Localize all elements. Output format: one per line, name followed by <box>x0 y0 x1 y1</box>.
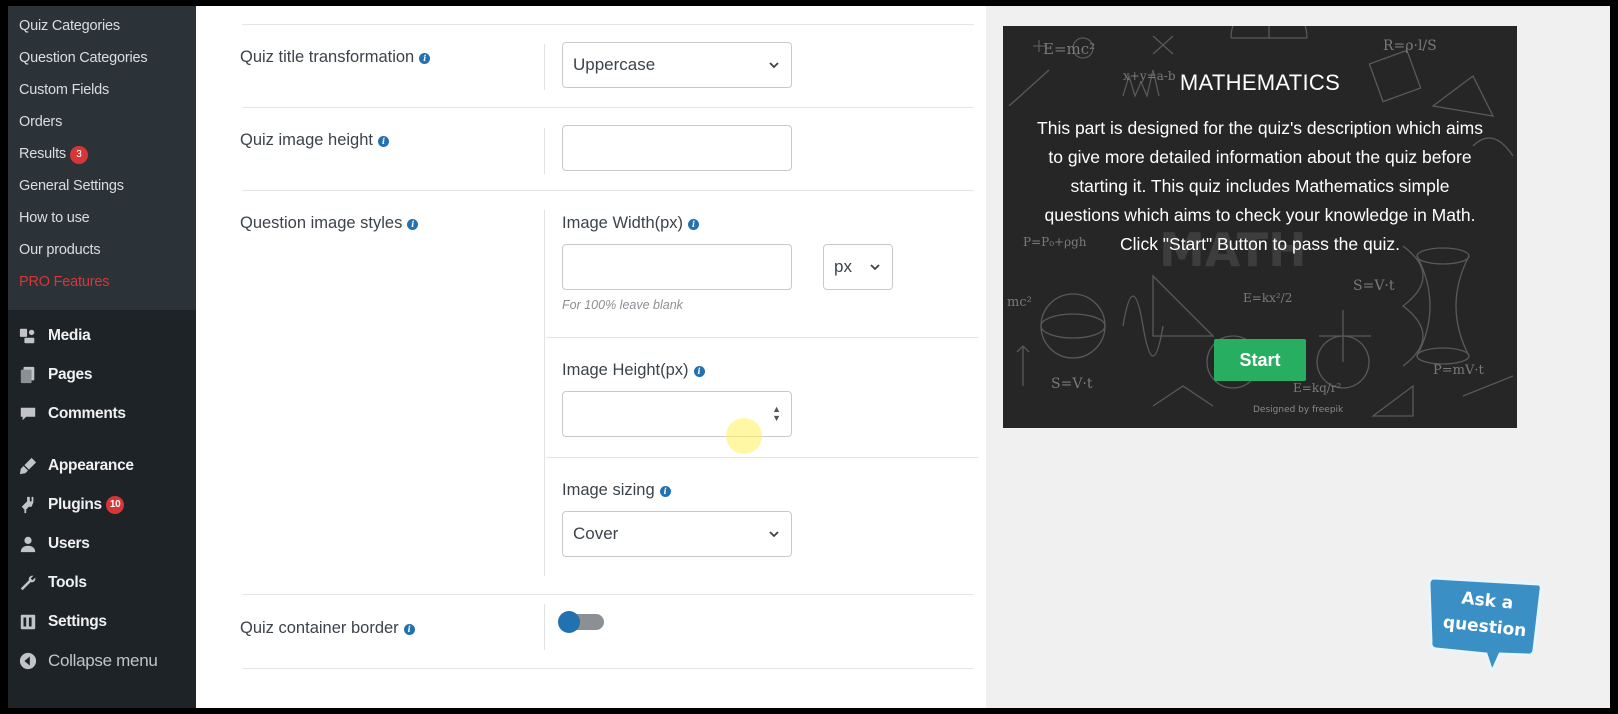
collapse-menu-button[interactable]: Collapse menu <box>8 641 196 680</box>
chevron-down-icon <box>769 531 779 538</box>
title-transform-label: Quiz title transformation i <box>240 48 431 67</box>
column-divider <box>544 44 545 90</box>
app-frame: Quiz Categories Question Categories Cust… <box>8 6 1610 708</box>
results-count-badge: 3 <box>69 146 88 164</box>
info-icon[interactable]: i <box>378 136 389 147</box>
title-transform-select[interactable]: Uppercase <box>562 42 792 88</box>
column-divider <box>544 604 545 650</box>
info-icon[interactable]: i <box>407 219 419 230</box>
quiz-description: This part is designed for the quiz's des… <box>1037 118 1483 254</box>
question-image-styles-label: Question image styles i <box>240 214 419 233</box>
chevron-down-icon <box>870 264 880 271</box>
image-width-label: Image Width(px) i <box>562 214 700 233</box>
svg-text:mc²: mc² <box>1007 295 1032 310</box>
divider <box>546 337 978 338</box>
submenu-how-to-use[interactable]: How to use <box>8 206 196 238</box>
svg-text:S=V·t: S=V·t <box>1051 376 1093 392</box>
quiz-preview: E=mc² R=ρ·l/S x+y=a-b P=P₀+ρgh mc² E=kx²… <box>1003 26 1517 428</box>
submenu-results[interactable]: Results 3 <box>8 142 196 174</box>
quiz-image-height-input[interactable] <box>562 125 792 171</box>
image-width-hint: For 100% leave blank <box>562 298 683 312</box>
submenu-question-categories[interactable]: Question Categories <box>8 46 196 78</box>
plugins-icon <box>18 495 38 515</box>
svg-text:E=mc²: E=mc² <box>1043 40 1095 58</box>
number-spinner[interactable]: ▲ ▼ <box>772 405 781 423</box>
container-border-toggle[interactable] <box>558 611 604 633</box>
cursor-highlight <box>726 418 762 454</box>
svg-text:E=kq/r²: E=kq/r² <box>1293 381 1342 395</box>
settings-panel: Quiz title transformation i Uppercase Qui… <box>196 6 986 708</box>
info-icon[interactable]: i <box>693 366 705 377</box>
menu-users[interactable]: Users <box>8 524 196 563</box>
svg-text:S=V·t: S=V·t <box>1353 278 1395 294</box>
image-height-px-label: Image Height(px) i <box>562 361 705 380</box>
container-border-label: Quiz container border i <box>240 619 415 638</box>
menu-comments[interactable]: Comments <box>8 394 196 433</box>
info-icon[interactable]: i <box>659 486 671 497</box>
menu-settings-label: Settings <box>48 612 107 630</box>
quiz-title: MATHEMATICS <box>1179 70 1341 95</box>
menu-pages[interactable]: Pages <box>8 355 196 394</box>
submenu-general-settings[interactable]: General Settings <box>8 174 196 206</box>
image-sizing-select[interactable]: Cover <box>562 511 792 557</box>
settings-icon <box>18 612 38 632</box>
collapse-icon <box>18 651 38 671</box>
menu-appearance-label: Appearance <box>48 456 134 474</box>
menu-media[interactable]: Media <box>8 316 196 355</box>
ask-a-question-button[interactable]: Ask a question <box>1428 574 1544 674</box>
column-divider <box>544 210 545 576</box>
toggle-knob <box>558 611 580 633</box>
menu-tools-label: Tools <box>48 573 87 591</box>
chevron-down-icon <box>769 62 779 69</box>
divider <box>242 668 974 669</box>
quiz-submenu: Quiz Categories Question Categories Cust… <box>8 6 196 310</box>
comments-icon <box>18 404 38 424</box>
info-icon[interactable]: i <box>419 53 431 64</box>
info-icon[interactable]: i <box>688 219 700 230</box>
submenu-orders[interactable]: Orders <box>8 110 196 142</box>
divider <box>242 24 974 25</box>
collapse-menu-label: Collapse menu <box>48 650 158 670</box>
image-width-unit-select[interactable]: px <box>823 244 893 290</box>
svg-text:E=kx²/2: E=kx²/2 <box>1243 291 1292 305</box>
tools-icon <box>18 573 38 593</box>
menu-plugins-label: Plugins <box>48 495 102 513</box>
svg-text:Designed by freepik: Designed by freepik <box>1253 405 1344 415</box>
submenu-our-products[interactable]: Our products <box>8 238 196 270</box>
info-icon[interactable]: i <box>403 624 415 635</box>
start-quiz-button[interactable]: Start <box>1214 339 1306 381</box>
menu-tools[interactable]: Tools <box>8 563 196 602</box>
users-icon <box>18 534 38 554</box>
image-width-input[interactable] <box>562 244 792 290</box>
ask-label: Ask a question <box>1441 588 1528 642</box>
divider <box>242 594 974 595</box>
divider <box>242 190 974 191</box>
svg-text:P=mV·t: P=mV·t <box>1433 363 1484 378</box>
divider <box>242 107 974 108</box>
pages-icon <box>18 365 38 385</box>
menu-plugins[interactable]: Plugins 10 <box>8 485 196 524</box>
media-icon <box>18 326 38 346</box>
image-sizing-label: Image sizing i <box>562 481 671 500</box>
submenu-pro-features[interactable]: PRO Features <box>8 270 196 302</box>
submenu-custom-fields[interactable]: Custom Fields <box>8 78 196 110</box>
menu-media-label: Media <box>48 326 91 344</box>
menu-settings[interactable]: Settings <box>8 602 196 641</box>
divider <box>546 457 978 458</box>
menu-pages-label: Pages <box>48 365 93 383</box>
image-height-label: Quiz image height i <box>240 131 389 150</box>
menu-users-label: Users <box>48 534 90 552</box>
admin-sidebar: Quiz Categories Question Categories Cust… <box>8 6 196 708</box>
svg-text:R=ρ·l/S: R=ρ·l/S <box>1383 38 1437 54</box>
appearance-icon <box>18 456 38 476</box>
plugins-update-badge: 10 <box>105 495 125 514</box>
column-divider <box>544 128 545 174</box>
menu-appearance[interactable]: Appearance <box>8 446 196 485</box>
submenu-quiz-categories[interactable]: Quiz Categories <box>8 14 196 46</box>
menu-comments-label: Comments <box>48 404 126 422</box>
